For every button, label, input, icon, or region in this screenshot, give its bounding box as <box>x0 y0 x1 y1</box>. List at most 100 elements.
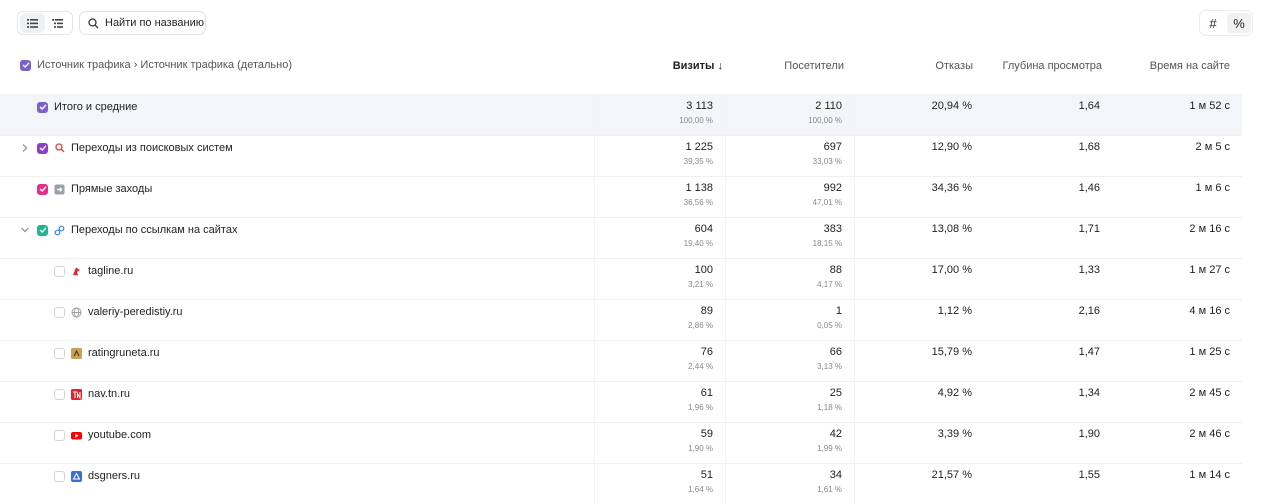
visits-value: 59 <box>700 428 713 440</box>
row-checkbox[interactable] <box>54 388 65 400</box>
search-placeholder: Найти по названию <box>105 17 204 29</box>
percent-values-button[interactable]: % <box>1227 13 1251 33</box>
column-header-time[interactable]: Время на сайте <box>1150 60 1230 72</box>
users-value: 2 110 <box>815 100 842 112</box>
search-input[interactable]: Найти по названию <box>79 11 206 35</box>
table-header: Источник трафика › Источник трафика (дет… <box>0 54 1242 78</box>
toolbar: Найти по названию # % <box>0 0 1280 46</box>
direct-enter-icon <box>54 184 65 195</box>
column-header-depth[interactable]: Глубина просмотра <box>1003 60 1102 72</box>
globe-icon <box>71 307 82 318</box>
depth-value: 1,34 <box>1078 387 1100 399</box>
users-value: 383 <box>823 223 842 235</box>
bounce-value: 13,08 % <box>931 223 972 235</box>
visits-value: 51 <box>700 469 713 481</box>
depth-value: 1,47 <box>1078 346 1100 358</box>
time-value: 1 м 6 с <box>1195 182 1230 194</box>
row-checkbox[interactable] <box>37 142 48 154</box>
table-row[interactable]: Переходы из поисковых систем 1 225 39,35 … <box>0 135 1242 177</box>
users-percent: 33,03 % <box>812 157 842 166</box>
row-checkbox[interactable] <box>37 183 48 195</box>
bounce-value: 12,90 % <box>931 141 972 153</box>
visits-value: 89 <box>700 305 713 317</box>
select-all-checkbox[interactable] <box>20 59 31 71</box>
bounce-value: 17,00 % <box>931 264 972 276</box>
time-value: 1 м 52 с <box>1189 100 1230 112</box>
chevron-right-icon[interactable] <box>20 143 30 153</box>
row-checkbox[interactable] <box>54 470 65 482</box>
tree-view-button[interactable] <box>45 13 70 33</box>
bounce-value: 21,57 % <box>931 469 972 481</box>
bounce-value: 4,92 % <box>937 387 972 399</box>
table-row[interactable]: ratingruneta.ru 76 2,44 % 66 3,13 % 15,79 … <box>0 340 1242 382</box>
users-value: 697 <box>823 141 842 153</box>
table-row[interactable]: Прямые заходы 1 138 36,56 % 992 47,01 % 34… <box>0 176 1242 218</box>
time-value: 2 м 16 с <box>1189 223 1230 235</box>
users-percent: 1,61 % <box>817 485 842 494</box>
visits-percent: 2,44 % <box>688 362 713 371</box>
bounce-value: 15,79 % <box>931 346 972 358</box>
list-icon <box>27 18 38 28</box>
row-label: Переходы по ссылкам на сайтах <box>71 224 238 236</box>
column-header-visits[interactable]: Визиты ↓ <box>673 60 723 72</box>
ratingruneta-favicon <box>71 347 82 359</box>
visits-percent: 19,40 % <box>683 239 713 248</box>
list-view-button[interactable] <box>20 13 45 33</box>
row-checkbox[interactable] <box>54 429 65 441</box>
column-header-bounce[interactable]: Отказы <box>935 60 973 72</box>
dsgners-favicon <box>71 470 82 482</box>
visits-value: 1 225 <box>685 141 713 153</box>
visits-percent: 1,90 % <box>688 444 713 453</box>
table-row[interactable]: valeriy-peredistiy.ru 89 2,86 % 1 0,05 % 1… <box>0 299 1242 341</box>
users-percent: 3,13 % <box>817 362 842 371</box>
visits-value: 604 <box>694 223 713 235</box>
time-value: 2 м 46 с <box>1189 428 1230 440</box>
dimensions-header: Источник трафика › Источник трафика (дет… <box>20 59 292 71</box>
row-label: nav.tn.ru <box>88 388 130 400</box>
tree-list-icon <box>52 18 63 28</box>
tagline-favicon <box>71 266 82 277</box>
table-row[interactable]: Переходы по ссылкам на сайтах 604 19,40 %… <box>0 217 1242 259</box>
visits-percent: 1,64 % <box>688 485 713 494</box>
row-label: Прямые заходы <box>71 183 153 195</box>
absolute-values-button[interactable]: # <box>1201 13 1225 33</box>
visits-percent: 3,21 % <box>688 280 713 289</box>
visits-value: 1 138 <box>685 182 713 194</box>
link-icon <box>54 225 65 236</box>
row-checkbox[interactable] <box>54 306 65 318</box>
table-row[interactable]: dsgners.ru 51 1,64 % 34 1,61 % 21,57 % 1,5… <box>0 463 1242 504</box>
row-checkbox[interactable] <box>54 265 65 277</box>
bounce-value: 1,12 % <box>937 305 972 317</box>
depth-value: 1,33 <box>1078 264 1100 276</box>
youtube-favicon <box>71 430 82 441</box>
visits-percent: 2,86 % <box>688 321 713 330</box>
dimensions-breadcrumb[interactable]: Источник трафика › Источник трафика (дет… <box>37 59 292 71</box>
visits-percent: 100,00 % <box>679 116 713 125</box>
visits-value: 61 <box>700 387 713 399</box>
check-icon <box>39 227 47 233</box>
bounce-value: 34,36 % <box>931 182 972 194</box>
visits-percent: 36,56 % <box>683 198 713 207</box>
row-checkbox[interactable] <box>37 101 48 113</box>
users-percent: 0,05 % <box>817 321 842 330</box>
table-row[interactable]: nav.tn.ru 61 1,96 % 25 1,18 % 4,92 % 1,34 … <box>0 381 1242 423</box>
table-row[interactable]: youtube.com 59 1,90 % 42 1,99 % 3,39 % 1,9… <box>0 422 1242 464</box>
row-label: valeriy-peredistiy.ru <box>88 306 183 318</box>
depth-value: 1,68 <box>1078 141 1100 153</box>
row-checkbox[interactable] <box>37 224 48 236</box>
bounce-value: 3,39 % <box>937 428 972 440</box>
table-row[interactable]: tagline.ru 100 3,21 % 88 4,17 % 17,00 % 1,… <box>0 258 1242 300</box>
column-header-users[interactable]: Посетители <box>784 60 844 72</box>
row-checkbox[interactable] <box>54 347 65 359</box>
view-mode-toggle <box>17 11 73 35</box>
visits-percent: 1,96 % <box>688 403 713 412</box>
visits-percent: 39,35 % <box>683 157 713 166</box>
units-toggle: # % <box>1199 10 1253 36</box>
time-value: 2 м 45 с <box>1189 387 1230 399</box>
users-value: 42 <box>829 428 842 440</box>
row-label: dsgners.ru <box>88 470 140 482</box>
time-value: 2 м 5 с <box>1195 141 1230 153</box>
chevron-down-icon[interactable] <box>20 225 30 235</box>
users-value: 88 <box>829 264 842 276</box>
depth-value: 1,71 <box>1078 223 1100 235</box>
